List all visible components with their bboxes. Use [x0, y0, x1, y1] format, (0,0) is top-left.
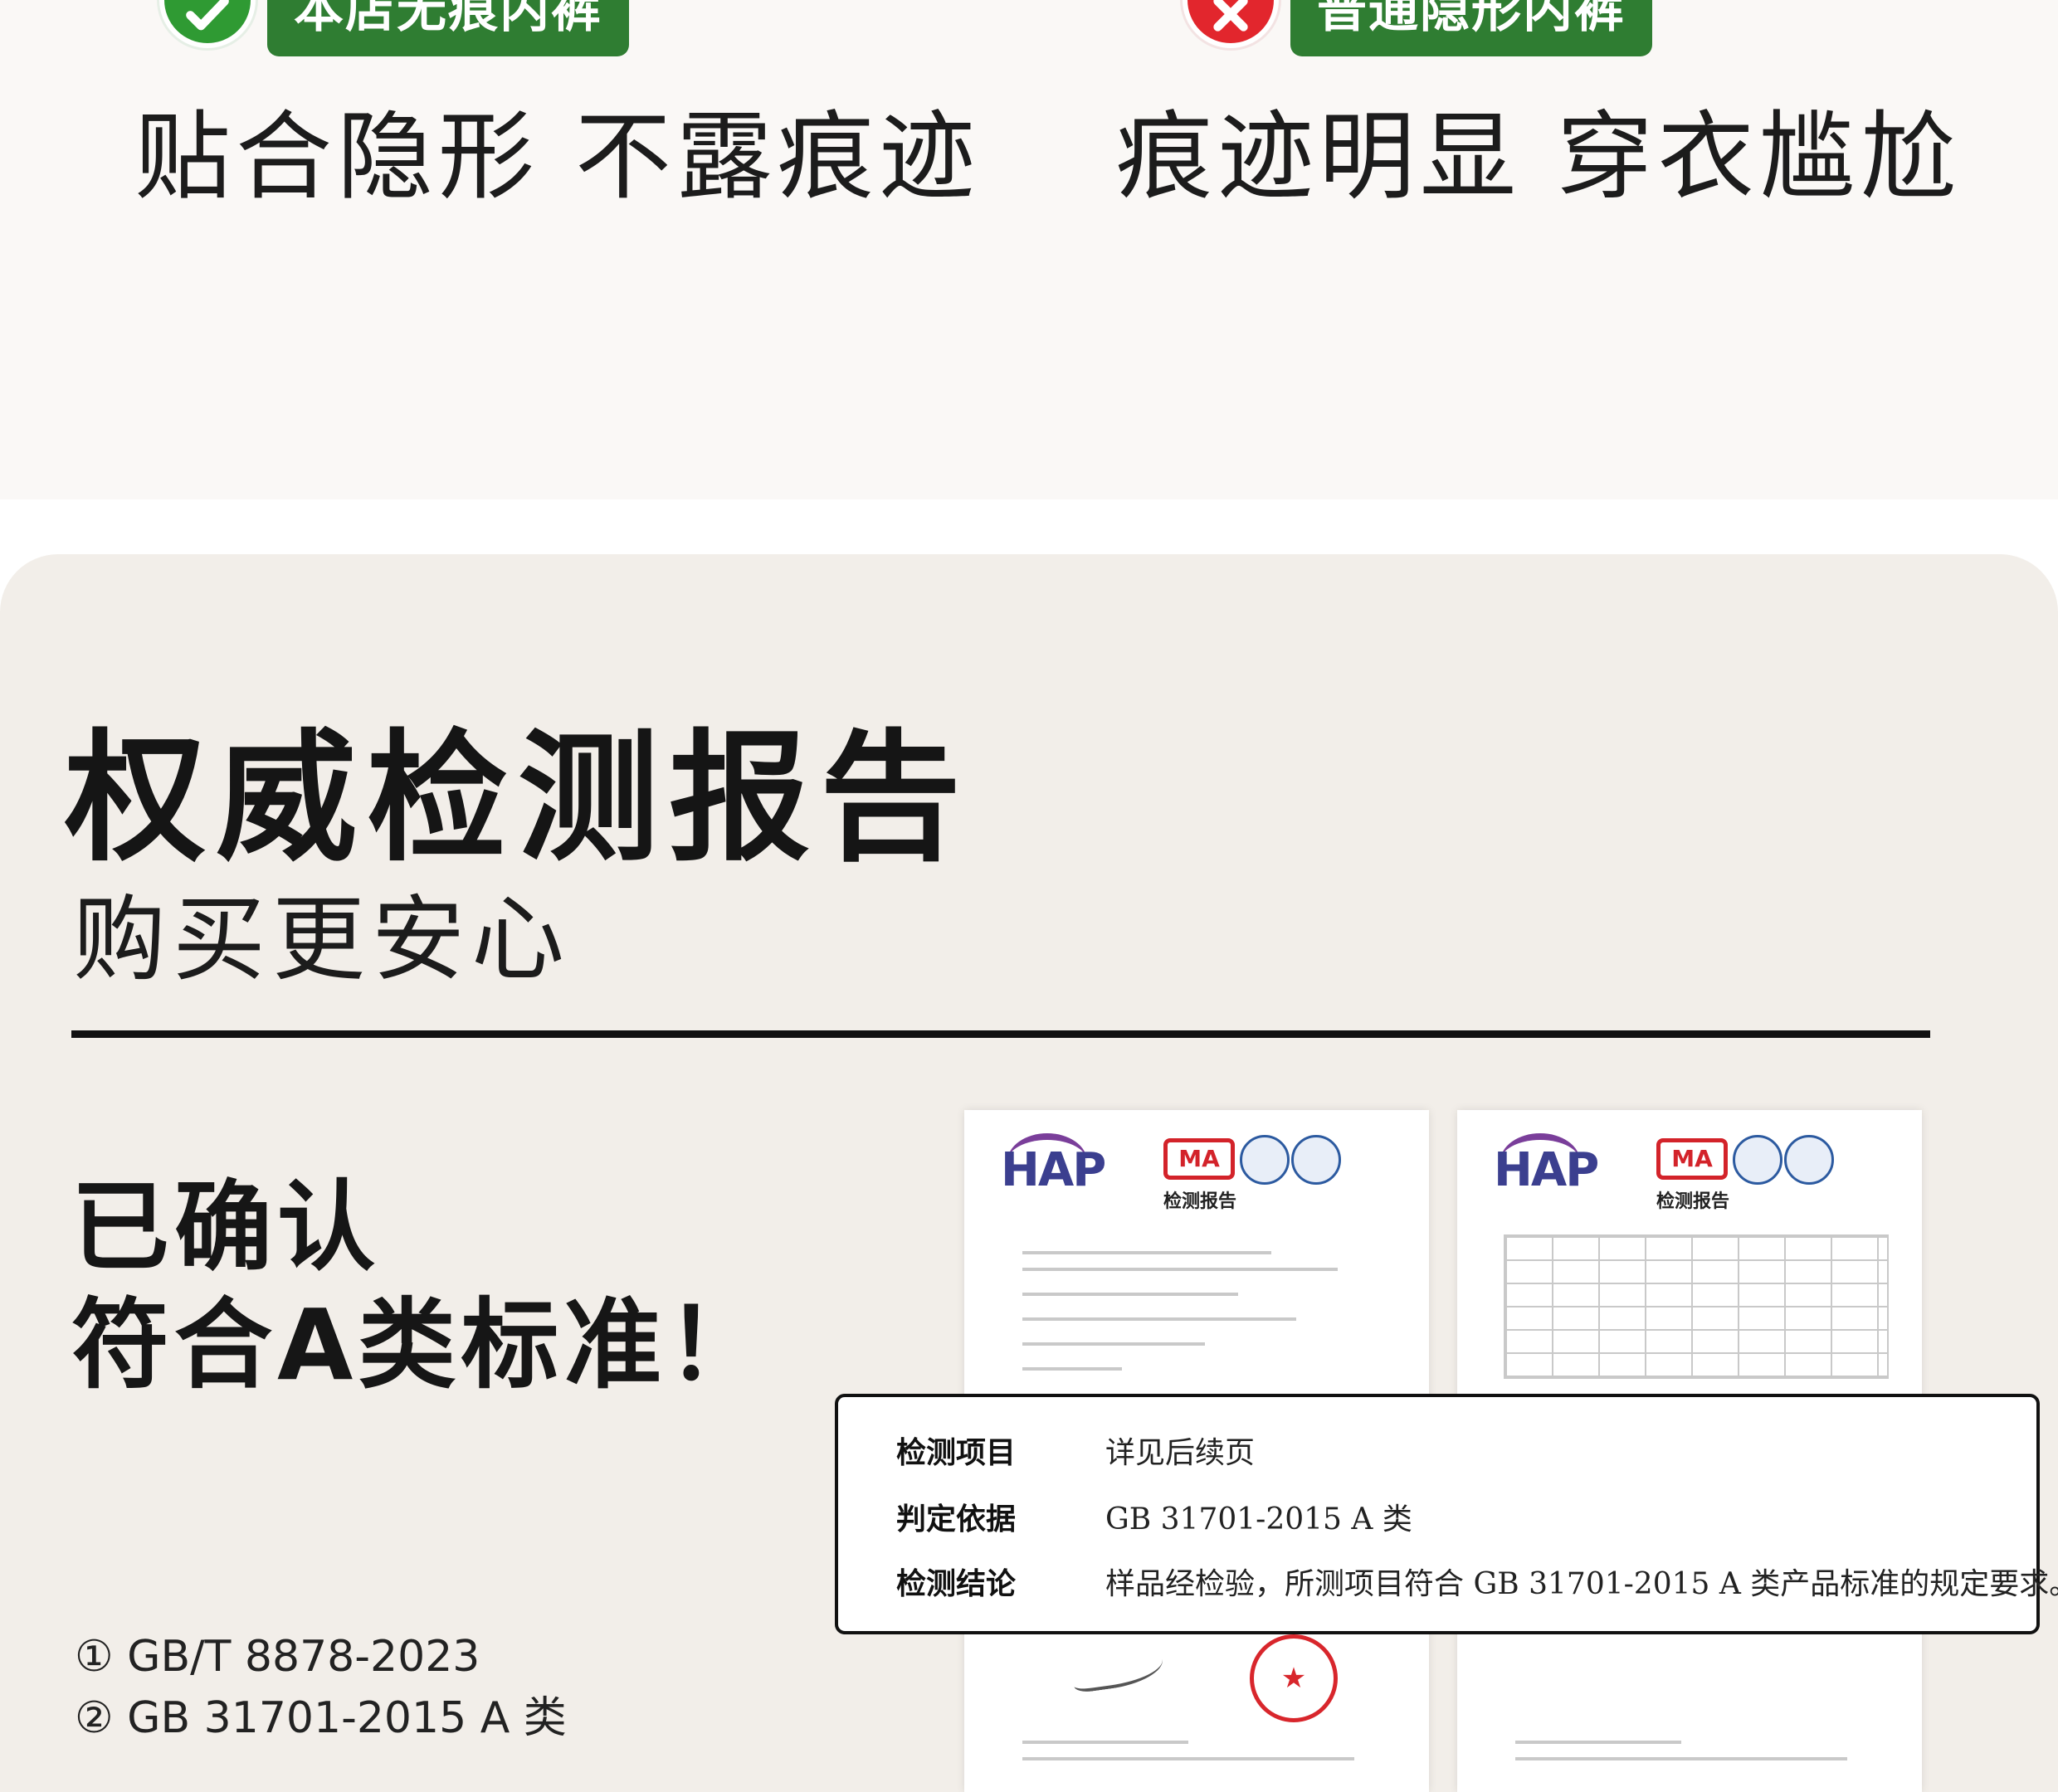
- result-row: 判定依据 GB 31701-2015 A 类: [896, 1495, 1412, 1538]
- our-product-caption: 贴合隐形 不露痕迹: [134, 101, 980, 213]
- result-row: 检测结论 样品经检验，所测项目符合 GB 31701-2015 A 类产品标准的…: [896, 1560, 2058, 1603]
- result-value: 样品经检验，所测项目符合 GB 31701-2015 A 类产品标准的规定要求。: [1105, 1567, 2058, 1601]
- ma-logo: MA: [1656, 1138, 1728, 1180]
- standards-list: ① GB/T 8878-2023 ② GB 31701-2015 A 类: [75, 1626, 567, 1749]
- comparison-section: 本店无痕内裤 贴合隐形 不露痕迹 普通隐形内裤 痕迹明显 穿衣尴尬: [0, 0, 2058, 499]
- our-product-tag: 本店无痕内裤: [267, 0, 629, 56]
- text-line: [1022, 1317, 1296, 1321]
- text-line: [1022, 1741, 1188, 1744]
- official-seal-icon: ★: [1250, 1634, 1338, 1722]
- divider: [71, 1030, 1930, 1038]
- document-heading: 检测报告: [1163, 1191, 1237, 1212]
- ilac-logo-icon: [1733, 1135, 1782, 1185]
- result-value: 详见后续页: [1105, 1436, 1256, 1470]
- confirm-line-2: 符合A类标准！: [71, 1288, 770, 1402]
- result-label: 判定依据: [896, 1502, 1017, 1536]
- other-product-badge: 普通隐形内裤: [1183, 0, 1652, 56]
- result-row: 检测项目 详见后续页: [896, 1429, 1255, 1472]
- report-subtitle: 购买更安心: [73, 886, 571, 994]
- result-label: 检测项目: [896, 1435, 1017, 1470]
- standard-item: ② GB 31701-2015 A 类: [75, 1693, 567, 1743]
- report-section: 权威检测报告 购买更安心 已确认 符合A类标准！ ① GB/T 8878-202…: [0, 554, 2058, 1792]
- ilac-logo-icon: [1240, 1135, 1290, 1185]
- ma-logo: MA: [1163, 1138, 1235, 1180]
- result-label: 检测结论: [896, 1566, 1017, 1601]
- result-value: GB 31701-2015 A 类: [1105, 1502, 1412, 1536]
- confirm-line-1: 已确认: [71, 1170, 381, 1284]
- standard-item: ① GB/T 8878-2023: [75, 1632, 480, 1682]
- text-line: [1022, 1251, 1271, 1254]
- check-icon: [159, 0, 256, 48]
- text-line: [1022, 1367, 1122, 1371]
- results-table: [1504, 1234, 1889, 1379]
- document-heading: 检测报告: [1656, 1191, 1730, 1212]
- report-title: 权威检测报告: [65, 717, 972, 881]
- text-line: [1022, 1757, 1354, 1760]
- text-line: [1515, 1741, 1681, 1744]
- other-product-tag: 普通隐形内裤: [1290, 0, 1652, 56]
- signature-image: [1070, 1644, 1166, 1694]
- confirm-statement: 已确认 符合A类标准！: [71, 1168, 769, 1404]
- hap-logo: HAP: [1001, 1143, 1106, 1197]
- text-line: [1022, 1293, 1238, 1296]
- cnas-logo-icon: [1784, 1135, 1834, 1185]
- other-product-caption: 痕迹明显 穿衣尴尬: [1116, 101, 1962, 213]
- text-line: [1515, 1757, 1847, 1760]
- cross-icon: [1183, 0, 1279, 48]
- text-line: [1022, 1268, 1338, 1271]
- our-product-badge: 本店无痕内裤: [159, 0, 629, 56]
- text-line: [1022, 1342, 1205, 1346]
- cnas-logo-icon: [1291, 1135, 1341, 1185]
- test-conclusion-box: 检测项目 详见后续页 判定依据 GB 31701-2015 A 类 检测结论 样…: [835, 1394, 2058, 1634]
- hap-logo: HAP: [1494, 1143, 1599, 1197]
